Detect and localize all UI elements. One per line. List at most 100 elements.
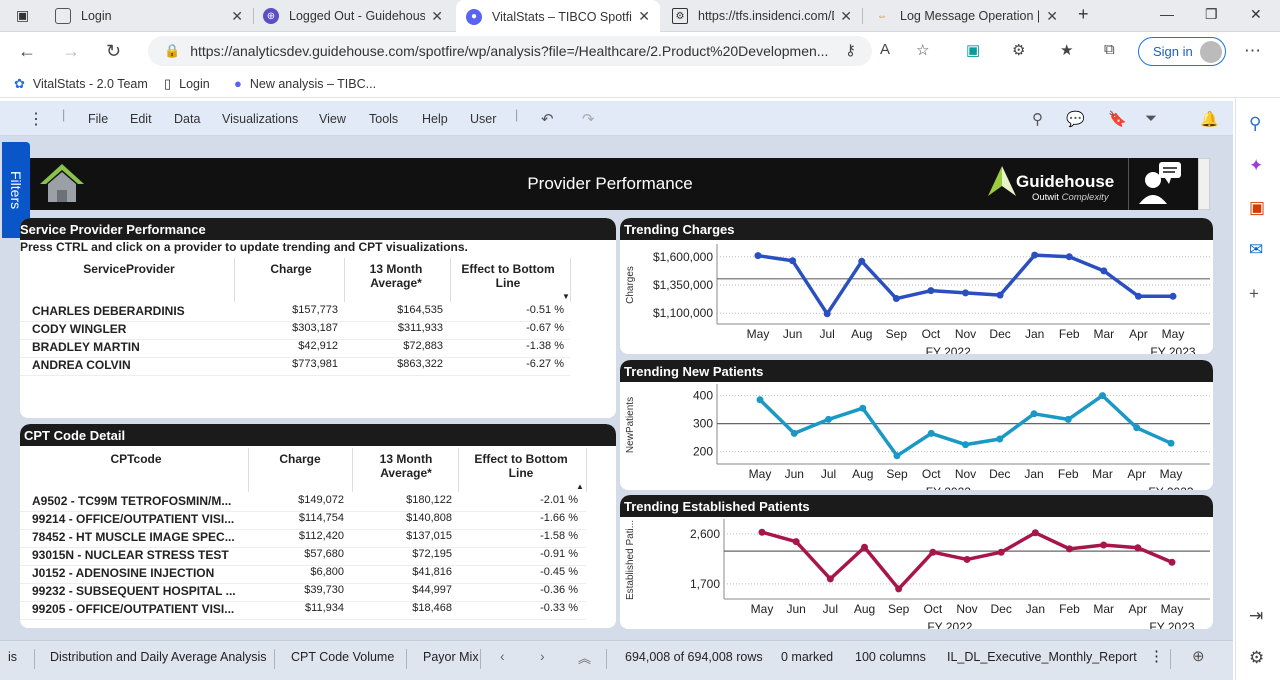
close-icon[interactable]: ✕ bbox=[638, 8, 650, 25]
chevron-right-icon[interactable]: › bbox=[540, 648, 545, 664]
chevron-left-icon[interactable]: ‹ bbox=[500, 648, 505, 664]
search-icon[interactable]: ⚲ bbox=[1249, 114, 1261, 134]
tab-actions-icon[interactable]: ▣ bbox=[16, 7, 29, 24]
table-row[interactable]: 93015N - NUCLEAR STRESS TEST $57,680 $72,1… bbox=[20, 548, 586, 566]
page-tab[interactable]: is bbox=[8, 650, 17, 664]
new-tab-icon[interactable]: + bbox=[1078, 4, 1089, 25]
menu-data[interactable]: Data bbox=[174, 112, 200, 126]
sign-in-button[interactable]: Sign in bbox=[1138, 37, 1226, 66]
bookmark-vitalstats[interactable]: ✿ VitalStats - 2.0 Team bbox=[14, 76, 148, 92]
add-icon[interactable]: + bbox=[1249, 284, 1259, 304]
table-row[interactable]: BRADLEY MARTIN $42,912 $72,883 -1.38 % bbox=[20, 340, 570, 358]
vertical-scrollbar[interactable] bbox=[1198, 158, 1210, 210]
browser-tab-logged-out[interactable]: ⊕ Logged Out - Guidehouse ✕ bbox=[253, 0, 453, 32]
globe-icon[interactable]: ⊕ bbox=[1192, 647, 1205, 665]
sort-asc-icon[interactable]: ▲ bbox=[576, 482, 584, 491]
menu-edit[interactable]: Edit bbox=[130, 112, 152, 126]
close-icon[interactable]: ✕ bbox=[840, 8, 852, 25]
sort-desc-icon[interactable]: ▼ bbox=[562, 292, 570, 301]
close-window-icon[interactable]: ✕ bbox=[1250, 6, 1262, 23]
office-icon[interactable]: ▣ bbox=[1249, 198, 1265, 218]
charges-chart[interactable]: Charges $1,100,000 $1,350,000 $1,600,000 May… bbox=[620, 240, 1213, 354]
table-row[interactable]: 99205 - OFFICE/OUTPATIENT VISI... $11,934… bbox=[20, 602, 586, 620]
close-icon[interactable]: ✕ bbox=[431, 8, 443, 25]
column-header-effect[interactable]: Effect to Bottom Line bbox=[454, 262, 562, 290]
column-header-cptcode[interactable]: CPTcode bbox=[34, 452, 238, 466]
page-tab-payor-mix[interactable]: Payor Mix bbox=[423, 650, 479, 664]
table-row[interactable]: ANDREA COLVIN $773,981 $863,322 -6.27 % bbox=[20, 358, 570, 376]
bookmark-new-analysis[interactable]: ● New analysis – TIBC... bbox=[234, 76, 376, 91]
column-header-effect[interactable]: Effect to Bottom Line bbox=[464, 452, 578, 480]
restore-icon[interactable]: ❐ bbox=[1205, 6, 1218, 23]
table-row[interactable]: A9502 - TC99M TETROFOSMIN/M... $149,072 $1… bbox=[20, 494, 586, 512]
notifications-icon[interactable]: 🔔 bbox=[1200, 110, 1219, 128]
bookmark-login[interactable]: ▯ Login bbox=[164, 76, 210, 92]
favorites-icon[interactable]: ★ bbox=[1060, 41, 1073, 59]
browser-tab-log-message[interactable]: ⇔ Log Message Operation | ✕ bbox=[864, 0, 1068, 32]
cpt-panel: CPT Code Detail CPTcode Charge 13 Month … bbox=[20, 424, 616, 628]
table-row[interactable]: CHARLES DEBERARDINIS $157,773 $164,535 -0.5… bbox=[20, 304, 570, 322]
browser-tab-login[interactable]: Login ✕ bbox=[45, 0, 253, 32]
table-row[interactable]: 99232 - SUBSEQUENT HOSPITAL ... $39,730 $4… bbox=[20, 584, 586, 602]
browser-tab-spotfire[interactable]: ● VitalStats – TIBCO Spotfire ✕ bbox=[456, 0, 660, 33]
column-header-provider[interactable]: ServiceProvider bbox=[34, 262, 224, 276]
search-icon[interactable]: ⚲ bbox=[1032, 110, 1043, 128]
more-menu-icon[interactable]: ⋯ bbox=[1244, 41, 1261, 61]
table-row[interactable]: J0152 - ADENOSINE INJECTION $6,800 $41,816… bbox=[20, 566, 586, 584]
key-icon[interactable]: ⚷ bbox=[845, 41, 856, 59]
refresh-icon[interactable]: ↻ bbox=[106, 41, 121, 62]
filter-icon[interactable]: ⏷ bbox=[1145, 110, 1157, 127]
table-row[interactable]: 78452 - HT MUSCLE IMAGE SPEC... $112,420 $… bbox=[20, 530, 586, 548]
collections-icon[interactable]: ⧉ bbox=[1104, 41, 1115, 58]
minimize-icon[interactable]: — bbox=[1160, 6, 1174, 22]
redo-icon[interactable]: ↷ bbox=[582, 110, 595, 128]
menu-user[interactable]: User bbox=[470, 112, 496, 126]
page-tab-cpt-volume[interactable]: CPT Code Volume bbox=[291, 650, 394, 664]
fiscal-year-label: FY 2023 bbox=[1149, 620, 1194, 629]
panel-instruction: Press CTRL and click on a provider to up… bbox=[20, 240, 468, 254]
back-icon[interactable]: ← bbox=[18, 41, 36, 62]
bookmark-icon[interactable]: 🔖 bbox=[1108, 110, 1127, 128]
menu-file[interactable]: File bbox=[88, 112, 108, 126]
menu-view[interactable]: View bbox=[319, 112, 346, 126]
effect-cell: -0.51 % bbox=[526, 304, 564, 316]
sidebar-toggle-icon[interactable]: ⇥ bbox=[1249, 606, 1263, 626]
data-point bbox=[823, 310, 831, 318]
url-field[interactable]: 🔒 https://analyticsdev.guidehouse.com/sp… bbox=[148, 36, 872, 66]
tfs-icon: ⚙ bbox=[672, 8, 688, 24]
expand-tabs-icon[interactable]: ︽ bbox=[578, 648, 591, 667]
user-chat-icon[interactable] bbox=[1128, 158, 1190, 210]
fiscal-year-label: FY 2023 bbox=[1150, 345, 1195, 354]
data-point bbox=[858, 257, 866, 265]
browser-tab-tfs[interactable]: ⚙ https://tfs.insidenci.com/D ✕ bbox=[662, 0, 862, 32]
established-patients-chart[interactable]: Established Pati... 1,700 2,600 May Jun Jul Au… bbox=[620, 517, 1213, 629]
established-patients-chart-panel: Trending Established Patients Establishe… bbox=[620, 495, 1213, 629]
comments-icon[interactable]: 💬 bbox=[1066, 110, 1085, 128]
add-favorite-icon[interactable]: ☆ bbox=[916, 41, 929, 59]
outlook-icon[interactable]: ✉ bbox=[1249, 240, 1263, 260]
undo-icon[interactable]: ↶ bbox=[541, 110, 554, 128]
drag-handle-icon[interactable]: ⋮ bbox=[28, 109, 44, 129]
menu-help[interactable]: Help bbox=[422, 112, 448, 126]
new-patients-chart[interactable]: NewPatients 200 300 400 May Jun Jul Aug Sep Oct No… bbox=[620, 382, 1213, 490]
extension-icon[interactable]: ▣ bbox=[966, 41, 980, 59]
table-row[interactable]: 99214 - OFFICE/OUTPATIENT VISI... $114,75… bbox=[20, 512, 586, 530]
charge-cell: $39,730 bbox=[304, 584, 344, 596]
close-icon[interactable]: ✕ bbox=[231, 8, 243, 25]
close-icon[interactable]: ✕ bbox=[1046, 8, 1058, 25]
menu-tools[interactable]: Tools bbox=[369, 112, 398, 126]
column-header-charge[interactable]: Charge bbox=[250, 452, 350, 466]
read-aloud-icon[interactable]: A bbox=[880, 41, 890, 58]
forward-icon[interactable]: → bbox=[62, 41, 80, 62]
table-row[interactable]: CODY WINGLER $303,187 $311,933 -0.67 % bbox=[20, 322, 570, 340]
data-table-name[interactable]: IL_DL_Executive_Monthly_Report bbox=[947, 650, 1137, 664]
extensions-icon[interactable]: ⚙ bbox=[1012, 41, 1025, 59]
column-header-average[interactable]: 13 Month Average* bbox=[358, 452, 454, 480]
page-tab-distribution[interactable]: Distribution and Daily Average Analysis bbox=[50, 650, 267, 664]
copilot-icon[interactable]: ✦ bbox=[1249, 156, 1263, 176]
more-options-icon[interactable]: ⋮ bbox=[1149, 647, 1164, 665]
column-header-average[interactable]: 13 Month Average* bbox=[348, 262, 444, 290]
settings-icon[interactable]: ⚙ bbox=[1249, 648, 1264, 668]
menu-visualizations[interactable]: Visualizations bbox=[222, 112, 298, 126]
column-header-charge[interactable]: Charge bbox=[236, 262, 346, 276]
